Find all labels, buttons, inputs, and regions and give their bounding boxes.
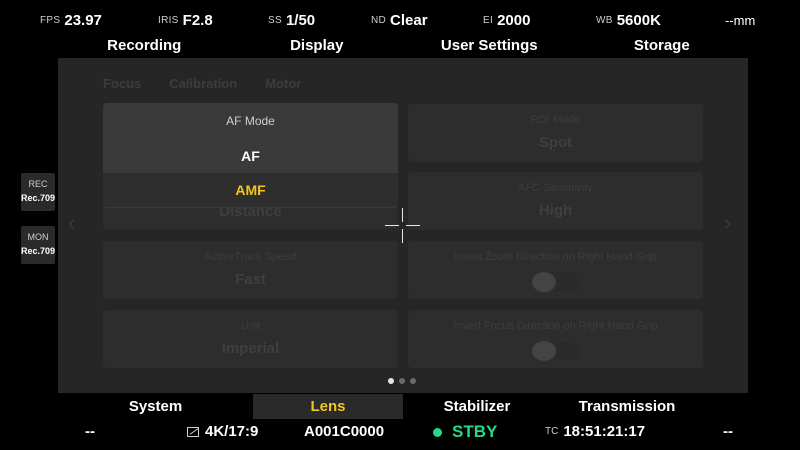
chevron-right-icon[interactable]: › xyxy=(724,210,731,236)
af-option[interactable]: AF xyxy=(103,139,398,173)
tab-storage[interactable]: Storage xyxy=(576,34,749,58)
resolution-value: 4K/17:9 xyxy=(205,423,259,440)
shutter-value: 1/50 xyxy=(285,11,316,29)
wb-value: 5600K xyxy=(616,11,661,29)
page-dot[interactable] xyxy=(410,378,416,384)
tab-stabilizer[interactable]: Stabilizer xyxy=(403,394,551,419)
roi-mode-setting[interactable]: ROI Mode Spot xyxy=(408,104,703,162)
invert-zoom-toggle[interactable] xyxy=(529,271,582,293)
tab-recording[interactable]: Recording xyxy=(58,34,231,58)
page-dot[interactable] xyxy=(388,378,394,384)
unit-title: Unit xyxy=(240,320,261,332)
resolution-readout[interactable]: 4K/17:9 xyxy=(187,421,258,443)
iris-value: F2.8 xyxy=(182,11,213,29)
iris-label: IRIS xyxy=(158,14,179,26)
focal-value: --mm xyxy=(725,12,756,28)
subtab-focus[interactable]: Focus xyxy=(103,76,141,91)
timecode-value: 18:51:21:17 xyxy=(563,423,646,440)
roi-mode-title: ROI Mode xyxy=(530,114,581,126)
shutter-readout[interactable]: SS 1/50 xyxy=(268,6,315,34)
amf-option[interactable]: AMF xyxy=(103,173,398,207)
afc-sensitivity-value: High xyxy=(538,202,573,219)
wb-label: WB xyxy=(596,14,613,26)
clip-name: A001C0000 xyxy=(304,423,385,440)
nd-label: ND xyxy=(371,14,387,26)
timecode-readout: TC 18:51:21:17 xyxy=(545,421,645,443)
afc-sensitivity-title: AFC Sensitivity xyxy=(518,182,593,194)
wb-readout[interactable]: WB 5600K xyxy=(596,6,661,34)
activetrack-speed-value: Fast xyxy=(235,271,266,288)
status-dot-icon xyxy=(433,427,442,437)
iris-readout[interactable]: IRIS F2.8 xyxy=(158,6,213,34)
activetrack-speed-setting[interactable]: ActiveTrack Speed Fast xyxy=(103,241,398,299)
ei-readout[interactable]: EI 2000 xyxy=(483,6,530,34)
bottom-nav: System Lens Stabilizer Transmission xyxy=(58,394,748,419)
af-mode-dropdown-title: AF Mode xyxy=(226,114,275,128)
page-dot[interactable] xyxy=(399,378,405,384)
activetrack-speed-title: ActiveTrack Speed xyxy=(204,251,297,263)
status-text: STBY xyxy=(452,422,498,441)
invert-zoom-title: Invert Zoom Direction on Right Hand Grip xyxy=(454,251,657,263)
tab-display[interactable]: Display xyxy=(231,34,404,58)
invert-focus-setting: Invert Focus Direction on Right Hand Gri… xyxy=(408,310,703,368)
tab-transmission[interactable]: Transmission xyxy=(551,394,703,419)
bottom-left-readout: -- xyxy=(85,423,95,440)
record-status: STBY xyxy=(433,421,497,443)
ei-label: EI xyxy=(483,14,494,26)
fps-label: FPS xyxy=(40,14,61,26)
fps-readout: FPS 23.97 xyxy=(40,6,102,34)
tab-system[interactable]: System xyxy=(58,394,253,419)
nd-value: Clear xyxy=(390,11,428,29)
rec-lut-badge[interactable]: REC Rec.709 xyxy=(21,173,55,211)
subtab-motor[interactable]: Motor xyxy=(265,76,301,91)
sub-tabs: Focus Calibration Motor xyxy=(103,76,301,91)
tab-lens[interactable]: Lens xyxy=(253,394,403,419)
subtab-calibration[interactable]: Calibration xyxy=(169,76,237,91)
rec-value: Rec.709 xyxy=(21,193,56,203)
timecode-label: TC xyxy=(545,426,559,437)
resolution-icon xyxy=(187,427,199,437)
mon-lut-badge[interactable]: MON Rec.709 xyxy=(21,226,55,264)
unit-setting[interactable]: Unit Imperial xyxy=(103,310,398,368)
toggle-knob xyxy=(531,341,556,361)
roi-mode-value: Spot xyxy=(538,134,573,151)
ei-value: 2000 xyxy=(497,11,531,29)
nd-readout[interactable]: ND Clear xyxy=(371,6,428,34)
afc-sensitivity-setting[interactable]: AFC Sensitivity High xyxy=(408,172,703,230)
invert-focus-title: Invert Focus Direction on Right Hand Gri… xyxy=(453,320,658,332)
invert-zoom-setting: Invert Zoom Direction on Right Hand Grip xyxy=(408,241,703,299)
toggle-knob xyxy=(531,272,556,292)
chevron-left-icon[interactable]: ‹ xyxy=(68,210,75,236)
top-nav: Recording Display User Settings Storage xyxy=(58,34,748,58)
bottom-right-readout: -- xyxy=(723,423,733,440)
mon-value: Rec.709 xyxy=(21,246,56,256)
af-mode-dropdown: AF Mode AF AMF xyxy=(103,103,398,208)
invert-focus-toggle[interactable] xyxy=(529,340,582,362)
focal-readout: --mm xyxy=(725,6,755,34)
shutter-label: SS xyxy=(268,14,282,26)
rec-label: REC xyxy=(28,179,48,189)
tab-user-settings[interactable]: User Settings xyxy=(403,34,576,58)
unit-value: Imperial xyxy=(221,340,280,357)
page-indicator xyxy=(388,378,416,384)
mon-label: MON xyxy=(27,232,49,242)
fps-value: 23.97 xyxy=(64,11,102,29)
